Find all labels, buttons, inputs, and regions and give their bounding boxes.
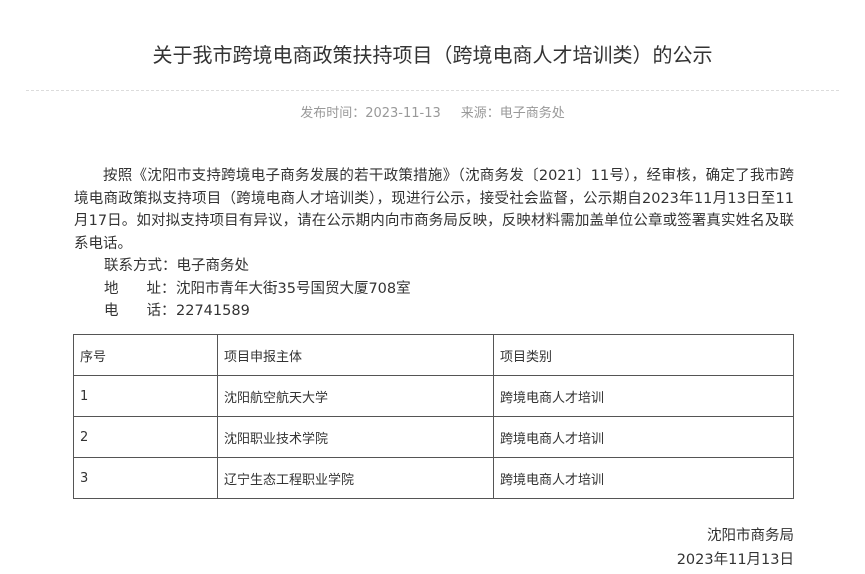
table-row: 2 沈阳职业技术学院 跨境电商人才培训	[73, 416, 794, 458]
header-cell-applicant: 项目申报主体	[217, 334, 494, 376]
table-row: 1 沈阳航空航天大学 跨境电商人才培训	[73, 375, 794, 417]
source-value: 电子商务处	[499, 106, 565, 121]
header-cell-category: 项目类别	[493, 334, 794, 376]
signature-date: 2023年11月13日	[676, 552, 794, 568]
contact-value: 电子商务处	[176, 258, 250, 274]
cell-category: 跨境电商人才培训	[493, 416, 794, 458]
contact-line: 联系方式：电子商务处	[74, 255, 794, 278]
cell-index: 2	[73, 416, 218, 458]
address-line: 地 址：沈阳市青年大街35号国贸大厦708室	[74, 278, 794, 301]
title-divider	[26, 90, 839, 91]
cell-category: 跨境电商人才培训	[493, 375, 794, 417]
page-title: 关于我市跨境电商政策扶持项目（跨境电商人才培训类）的公示	[152, 43, 713, 67]
phone-value: 22741589	[176, 303, 250, 319]
table-row: 3 辽宁生态工程职业学院 跨境电商人才培训	[73, 457, 794, 499]
cell-index: 3	[73, 457, 218, 499]
cell-applicant: 辽宁生态工程职业学院	[217, 457, 494, 499]
cell-applicant: 沈阳职业技术学院	[217, 416, 494, 458]
contact-label: 联系方式：	[104, 258, 177, 274]
publish-date-label: 发布时间：	[300, 106, 366, 121]
phone-line: 电 话：22741589	[74, 300, 794, 323]
publish-date: 2023-11-13	[365, 106, 441, 121]
cell-category: 跨境电商人才培训	[493, 457, 794, 499]
cell-index: 1	[73, 375, 218, 417]
address-label: 地 址：	[104, 278, 176, 301]
signature-block: 沈阳市商务局 2023年11月13日	[677, 524, 794, 572]
address-value: 沈阳市青年大街35号国贸大厦708室	[176, 280, 411, 297]
article-body: 按照《沈阳市支持跨境电子商务发展的若干政策措施》（沈商务发〔2021〕11号），…	[74, 165, 794, 323]
address-label-rest: 址：	[146, 280, 176, 297]
phone-label-rest: 话：	[146, 303, 176, 319]
project-table: 序号 项目申报主体 项目类别 1 沈阳航空航天大学 跨境电商人才培训 2 沈阳职…	[73, 334, 794, 499]
cell-applicant: 沈阳航空航天大学	[217, 375, 494, 417]
article-meta: 发布时间：2023-11-13 来源：电子商务处	[0, 104, 865, 124]
body-paragraph: 按照《沈阳市支持跨境电子商务发展的若干政策措施》（沈商务发〔2021〕11号），…	[74, 168, 794, 252]
phone-label: 电 话：	[104, 300, 176, 323]
source-label: 来源：	[460, 106, 500, 121]
header-cell-index: 序号	[73, 334, 218, 376]
address-label-char: 地	[104, 280, 119, 297]
table-header-row: 序号 项目申报主体 项目类别	[73, 334, 794, 376]
phone-label-char: 电	[104, 303, 119, 319]
signature-org: 沈阳市商务局	[707, 528, 794, 544]
